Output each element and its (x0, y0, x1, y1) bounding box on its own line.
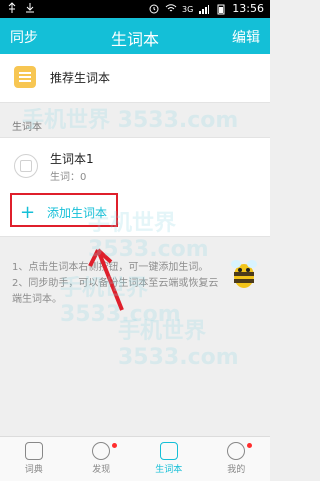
recommended-book-row[interactable]: 推荐生词本 (0, 54, 270, 103)
watermark: 手机世界 3533.com (88, 211, 209, 262)
book-icon (14, 154, 38, 178)
notebook-tab-icon (159, 442, 178, 460)
network-type: 3G (182, 4, 194, 14)
compass-tab-icon (92, 442, 111, 460)
tab-me[interactable]: 我的 (203, 437, 271, 481)
watermark: 手机世界 3533.com (22, 108, 239, 133)
recommended-book-icon (14, 66, 36, 88)
page-title: 生词本 (110, 30, 159, 49)
edit-button[interactable]: 编辑 (232, 27, 260, 47)
app-bar: 同步 生词本 编辑 (0, 18, 270, 54)
notification-dot (247, 443, 252, 448)
bottom-tab-bar: 词典 发现 生词本 我的 (0, 436, 270, 481)
book-tab-icon (24, 442, 43, 460)
status-right: 3G 13:56 (148, 1, 264, 17)
add-icon: + (20, 202, 36, 223)
tab-label: 我的 (227, 465, 246, 475)
alarm-icon (149, 4, 159, 14)
user-tab-icon (227, 442, 246, 460)
wifi-icon (165, 4, 177, 12)
tab-vocabulary[interactable]: 生词本 (135, 437, 203, 481)
status-left (6, 2, 36, 14)
recommended-book-label: 推荐生词本 (50, 71, 111, 85)
signal-icon (199, 5, 210, 14)
book-meta: 生词：0 (50, 172, 87, 183)
watermark: 手机世界 3533.com (118, 319, 239, 370)
tab-label: 生词本 (155, 465, 183, 475)
status-bar: 3G 13:56 (0, 0, 270, 18)
book-row[interactable]: 生词本1 生词：0 (0, 137, 270, 191)
notification-dot (112, 443, 117, 448)
status-time: 13:56 (232, 2, 264, 15)
tab-dictionary[interactable]: 词典 (0, 437, 68, 481)
tab-label: 词典 (24, 465, 43, 475)
battery-icon (217, 4, 225, 15)
usb-icon (8, 2, 16, 13)
tab-label: 发现 (92, 465, 111, 475)
book-title: 生词本1 (50, 152, 94, 166)
tab-discover[interactable]: 发现 (68, 437, 136, 481)
download-icon (26, 3, 34, 13)
